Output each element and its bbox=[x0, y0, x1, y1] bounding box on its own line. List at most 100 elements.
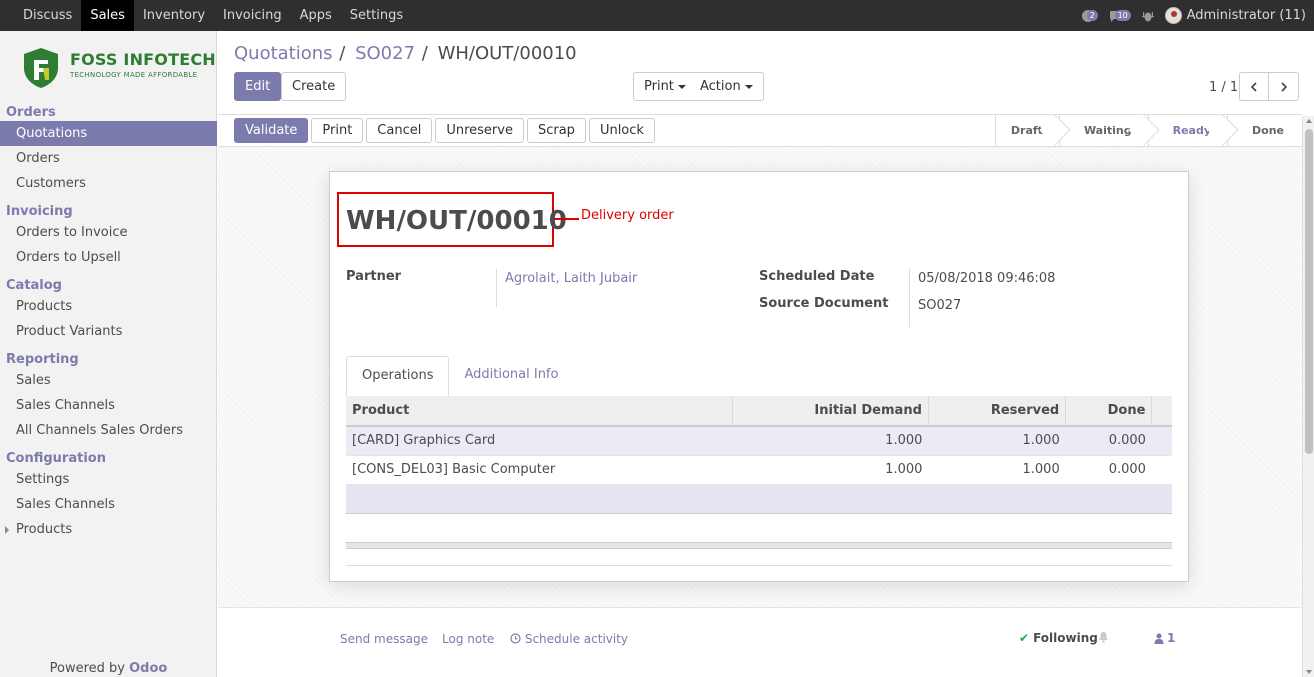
sidebar-item-sales-channels[interactable]: Sales Channels bbox=[0, 393, 217, 418]
statusbar-buttons: Validate Print Cancel Unreserve Scrap Un… bbox=[234, 118, 655, 143]
breadcrumb-separator: / bbox=[416, 43, 428, 64]
breadcrumb-quotations[interactable]: Quotations bbox=[234, 43, 333, 64]
edit-button[interactable]: Edit bbox=[234, 72, 282, 101]
unlock-button[interactable]: Unlock bbox=[588, 118, 655, 143]
avatar bbox=[1164, 7, 1182, 24]
column-trash bbox=[1151, 396, 1172, 427]
action-label: Action bbox=[700, 79, 741, 94]
menu-discuss[interactable]: Discuss bbox=[14, 0, 81, 31]
scheduled-date-value: 05/08/2018 09:46:08 bbox=[918, 271, 1056, 286]
pager-next[interactable] bbox=[1269, 72, 1299, 101]
table-row[interactable]: [CARD] Graphics Card 1.000 1.000 0.000 bbox=[346, 426, 1172, 456]
create-button[interactable]: Create bbox=[281, 72, 347, 101]
partner-value[interactable]: Agrolait, Laith Jubair bbox=[505, 271, 637, 286]
logo-name: FOSS INFOTECH bbox=[70, 50, 216, 69]
sidebar-item-config-products[interactable]: Products bbox=[0, 517, 217, 542]
action-dropdown[interactable]: Action bbox=[690, 72, 764, 101]
scroll-up-icon[interactable] bbox=[1306, 119, 1312, 123]
cell-empty bbox=[1151, 455, 1172, 485]
activity-badge: 2 bbox=[1086, 9, 1098, 21]
annotation-line bbox=[554, 218, 579, 220]
source-document-label: Source Document bbox=[759, 296, 889, 311]
field-divider bbox=[909, 269, 910, 327]
column-done[interactable]: Done bbox=[1065, 396, 1153, 427]
form-tabs: Operations Additional Info bbox=[346, 356, 573, 396]
bell-icon[interactable] bbox=[1098, 631, 1109, 647]
form-statusbar: Validate Print Cancel Unreserve Scrap Un… bbox=[218, 114, 1302, 147]
breadcrumb-so027[interactable]: SO027 bbox=[355, 43, 415, 64]
log-note-link[interactable]: Log note bbox=[442, 632, 494, 646]
company-logo: FOSS INFOTECH TECHNOLOGY MADE AFFORDABLE bbox=[18, 44, 216, 94]
logo-tagline: TECHNOLOGY MADE AFFORDABLE bbox=[70, 71, 198, 79]
followers-count: 1 bbox=[1167, 631, 1176, 645]
menu-inventory[interactable]: Inventory bbox=[134, 0, 214, 31]
powered-by-text: Powered by bbox=[49, 661, 125, 676]
section-catalog: Catalog bbox=[6, 278, 62, 293]
menu-sales[interactable]: Sales bbox=[81, 0, 134, 31]
systray: 2 10 Administrator (11) bbox=[1081, 0, 1306, 31]
step-draft: Draft bbox=[994, 115, 1059, 146]
sidebar-item-all-channels-sales-orders[interactable]: All Channels Sales Orders bbox=[0, 418, 217, 443]
send-message-link[interactable]: Send message bbox=[340, 632, 428, 646]
scrollbar-thumb[interactable] bbox=[1305, 129, 1313, 454]
pager-previous[interactable] bbox=[1239, 72, 1269, 101]
step-done: Done bbox=[1227, 115, 1302, 146]
cell-product: [CARD] Graphics Card bbox=[346, 426, 733, 456]
menu-invoicing[interactable]: Invoicing bbox=[214, 0, 291, 31]
column-product[interactable]: Product bbox=[346, 396, 734, 427]
sidebar-item-config-sales-channels[interactable]: Sales Channels bbox=[0, 492, 217, 517]
validate-button[interactable]: Validate bbox=[234, 118, 309, 143]
cell-product: [CONS_DEL03] Basic Computer bbox=[346, 455, 733, 485]
sidebar-item-settings[interactable]: Settings bbox=[0, 467, 217, 492]
tab-operations[interactable]: Operations bbox=[346, 356, 450, 396]
logo-mark-icon bbox=[24, 48, 58, 88]
main-content: Quotations / SO027 / WH/OUT/00010 Edit C… bbox=[218, 31, 1314, 677]
check-icon: ✔ bbox=[1019, 631, 1030, 645]
scroll-down-icon[interactable] bbox=[1306, 670, 1312, 674]
schedule-activity-link[interactable]: Schedule activity bbox=[510, 632, 628, 646]
scrap-button[interactable]: Scrap bbox=[526, 118, 586, 143]
bug-icon[interactable] bbox=[1141, 9, 1155, 23]
powered-by-brand[interactable]: Odoo bbox=[129, 661, 167, 676]
sidebar-item-orders[interactable]: Orders bbox=[0, 146, 217, 171]
sidebar-item-sales[interactable]: Sales bbox=[0, 368, 217, 393]
field-divider bbox=[496, 269, 497, 307]
print-dropdown[interactable]: Print bbox=[633, 72, 697, 101]
step-ready: Ready bbox=[1147, 115, 1228, 146]
print-button[interactable]: Print bbox=[311, 118, 364, 143]
tab-additional-info[interactable]: Additional Info bbox=[449, 356, 573, 396]
user-menu[interactable]: Administrator (11) bbox=[1164, 7, 1306, 24]
chevron-right-icon bbox=[1280, 81, 1287, 92]
sidebar-item-orders-to-invoice[interactable]: Orders to Invoice bbox=[0, 220, 217, 245]
column-initial-demand[interactable]: Initial Demand bbox=[732, 396, 929, 427]
cancel-button[interactable]: Cancel bbox=[366, 118, 433, 143]
sidebar-item-customers[interactable]: Customers bbox=[0, 171, 217, 196]
menu-apps[interactable]: Apps bbox=[291, 0, 341, 31]
sidebar-item-quotations[interactable]: Quotations bbox=[0, 121, 217, 146]
activity-icon[interactable]: 2 bbox=[1081, 9, 1099, 23]
following-button[interactable]: ✔ Following bbox=[1019, 631, 1098, 645]
cell-initial-demand: 1.000 bbox=[732, 426, 929, 456]
table-empty-row bbox=[346, 484, 1172, 514]
breadcrumb: Quotations / SO027 / WH/OUT/00010 bbox=[234, 43, 577, 64]
sidebar-item-products[interactable]: Products bbox=[0, 294, 217, 319]
sidebar-item-product-variants[interactable]: Product Variants bbox=[0, 319, 217, 344]
user-icon bbox=[1154, 633, 1164, 644]
cell-initial-demand: 1.000 bbox=[732, 455, 929, 485]
chat-icon[interactable]: 10 bbox=[1109, 9, 1131, 23]
breadcrumb-current: WH/OUT/00010 bbox=[437, 43, 577, 64]
cell-done: 0.000 bbox=[1065, 455, 1152, 485]
column-reserved[interactable]: Reserved bbox=[928, 396, 1067, 427]
unreserve-button[interactable]: Unreserve bbox=[435, 118, 524, 143]
menu-settings[interactable]: Settings bbox=[341, 0, 412, 31]
powered-by: Powered by Odoo bbox=[0, 661, 217, 677]
followers-button[interactable]: 1 bbox=[1154, 631, 1175, 645]
sidebar-item-orders-to-upsell[interactable]: Orders to Upsell bbox=[0, 245, 217, 270]
form-sheet-background: WH/OUT/00010 Delivery order Partner Agro… bbox=[218, 147, 1302, 608]
table-row[interactable]: [CONS_DEL03] Basic Computer 1.000 1.000 … bbox=[346, 455, 1172, 485]
sidebar-menu: Orders Quotations Orders Customers Invoi… bbox=[0, 105, 217, 542]
message-badge: 10 bbox=[1114, 9, 1131, 21]
empty-cell bbox=[346, 484, 1172, 514]
scrollbar[interactable] bbox=[1302, 116, 1314, 677]
step-waiting: Waiting bbox=[1058, 115, 1148, 146]
